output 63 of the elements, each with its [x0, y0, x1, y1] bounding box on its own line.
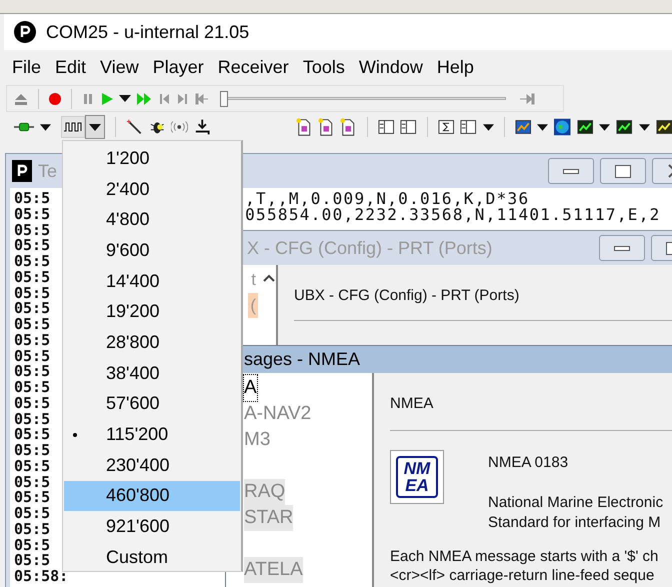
timestamp: 05:5: [14, 490, 50, 506]
timestamp: 05:5: [14, 538, 50, 554]
menu-item[interactable]: Edit: [55, 54, 86, 80]
menu-item[interactable]: 57'600: [64, 388, 240, 420]
menu-item[interactable]: 19'200: [64, 296, 240, 328]
menu-item[interactable]: 1'200: [64, 143, 240, 174]
menu-item[interactable]: 28'800: [64, 327, 240, 358]
timestamp: 05:5: [14, 348, 50, 364]
timestamp: 05:5: [14, 396, 50, 412]
timestamp: 05:5: [14, 206, 50, 222]
timestamp: 05:5: [14, 380, 50, 396]
timestamp: 05:5: [14, 222, 50, 238]
timestamp: 05:5: [14, 270, 50, 286]
description-text: Standard for interfacing M: [488, 513, 662, 533]
menu-item[interactable]: Window: [358, 54, 423, 80]
timestamp: 05:5: [14, 286, 50, 302]
timestamp: 05:5: [14, 317, 50, 333]
log-text: 055854.00,2232.33568,N,11401.51117,E,2: [245, 206, 661, 222]
message-item[interactable]: M3: [244, 427, 270, 453]
message-item[interactable]: A-NAV2: [244, 401, 312, 427]
nmea-heading: NMEA: [390, 393, 672, 430]
timestamp: 05:5: [14, 191, 50, 207]
timestamp: 05:5: [14, 301, 50, 317]
window-title: COM25 - u-internal 21.05: [46, 20, 250, 44]
body-text: Each NMEA message starts with a '$' ch: [390, 547, 660, 566]
menu-item[interactable]: Tools: [302, 54, 345, 80]
menu-item[interactable]: Player: [152, 54, 204, 80]
timestamp: 05:5: [14, 427, 50, 443]
logo-text: NM: [404, 460, 430, 476]
timestamp: 05:5: [14, 474, 50, 490]
menu-item[interactable]: 38'400: [64, 358, 240, 388]
messages-title: sages - NMEA: [244, 348, 360, 371]
body-text: <cr><lf> carriage-return line-feed seque: [390, 566, 656, 585]
timestamp: 05:5: [14, 364, 50, 380]
menu-item[interactable]: 14'400: [64, 266, 240, 296]
timestamp: 05:5: [14, 412, 50, 428]
menu-item[interactable]: 4'800: [64, 204, 240, 236]
config-heading: UBX - CFG (Config) - PRT (Ports): [294, 285, 672, 320]
console-title: Te: [38, 160, 58, 182]
menu-item[interactable]: 230'400: [64, 450, 240, 481]
timestamp: 05:5: [14, 332, 50, 348]
message-item[interactable]: A: [244, 375, 257, 401]
menu-item[interactable]: 9'600: [64, 235, 240, 266]
timestamp: 05:5: [14, 522, 50, 538]
config-title: X - CFG (Config) - PRT (Ports): [247, 236, 492, 260]
description-text: National Marine Electronic: [488, 493, 664, 513]
menu-item[interactable]: Help: [436, 54, 474, 80]
menu-item[interactable]: 921'600: [64, 511, 240, 542]
timestamp: 05:5: [14, 553, 50, 569]
log-text: ,T,,M,0.009,N,0.016,K,D*36: [245, 191, 530, 207]
timestamp: 05:5: [14, 443, 50, 459]
menu-item[interactable]: 2'400: [64, 174, 240, 204]
timestamp: 05:5: [14, 254, 50, 270]
timestamp: 05:5: [14, 458, 50, 474]
menu-item[interactable]: View: [100, 54, 139, 80]
menu-item[interactable]: Receiver: [218, 54, 289, 80]
menu-item[interactable]: File: [12, 54, 42, 80]
logo-text: EA: [405, 476, 429, 494]
timestamp: 05:5: [14, 238, 50, 254]
menu-item[interactable]: 460'800: [64, 480, 240, 512]
menu-item[interactable]: 115'200: [64, 419, 240, 450]
timestamp: 05:5: [14, 506, 50, 522]
standard-name: NMEA 0183: [488, 452, 570, 472]
